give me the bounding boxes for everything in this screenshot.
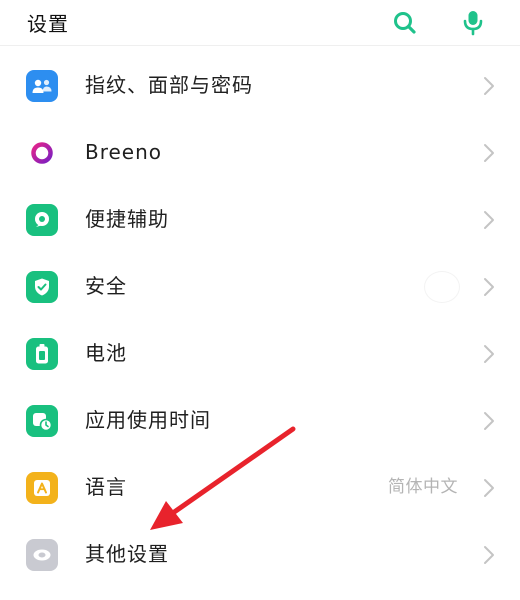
chevron-right-icon: [484, 546, 494, 564]
settings-screen: 设置 指纹、面部与密码 Breeno 便捷辅助 安全 电池 应用使用时间 语言 …: [0, 0, 520, 600]
settings-item-other-settings[interactable]: 其他设置: [0, 520, 520, 587]
chevron-right-icon: [484, 412, 494, 430]
faint-circle-overlay: [424, 271, 460, 303]
app-time-icon: [26, 405, 58, 437]
settings-item-security[interactable]: 安全: [0, 252, 520, 319]
chevron-right-icon: [484, 479, 494, 497]
settings-list: 指纹、面部与密码 Breeno 便捷辅助 安全 电池 应用使用时间 语言 简体中…: [0, 51, 520, 587]
other-settings-icon: [26, 539, 58, 571]
settings-item-app-usage-time[interactable]: 应用使用时间: [0, 386, 520, 453]
chevron-right-icon: [484, 77, 494, 95]
settings-item-label: 指纹、面部与密码: [85, 73, 253, 97]
chevron-right-icon: [484, 345, 494, 363]
settings-item-battery[interactable]: 电池: [0, 319, 520, 386]
settings-item-label: 电池: [85, 341, 127, 365]
settings-item-label: 语言: [85, 475, 127, 499]
settings-item-label: 安全: [85, 274, 127, 298]
breeno-ring-icon: [26, 137, 58, 169]
assist-hand-icon: [26, 204, 58, 236]
shield-icon: [26, 271, 58, 303]
chevron-right-icon: [484, 211, 494, 229]
settings-item-language[interactable]: 语言 简体中文: [0, 453, 520, 520]
battery-icon: [26, 338, 58, 370]
settings-item-label: 便捷辅助: [85, 207, 169, 231]
settings-item-label: 应用使用时间: [85, 408, 211, 432]
chevron-right-icon: [484, 144, 494, 162]
search-button[interactable]: [388, 6, 422, 40]
settings-item-fingerprint-face-password[interactable]: 指纹、面部与密码: [0, 51, 520, 118]
page-title: 设置: [27, 12, 69, 36]
header-bar: 设置: [0, 0, 520, 46]
mic-icon: [463, 11, 483, 36]
settings-item-convenience-assist[interactable]: 便捷辅助: [0, 185, 520, 252]
chevron-right-icon: [484, 278, 494, 296]
settings-item-value: 简体中文: [388, 477, 458, 497]
voice-search-button[interactable]: [456, 6, 490, 40]
face-fingerprint-icon: [26, 70, 58, 102]
language-icon: [26, 472, 58, 504]
search-icon: [394, 12, 416, 34]
header-divider: [0, 45, 520, 46]
settings-item-label: Breeno: [85, 140, 163, 164]
settings-item-breeno[interactable]: Breeno: [0, 118, 520, 185]
settings-item-label: 其他设置: [85, 542, 169, 566]
